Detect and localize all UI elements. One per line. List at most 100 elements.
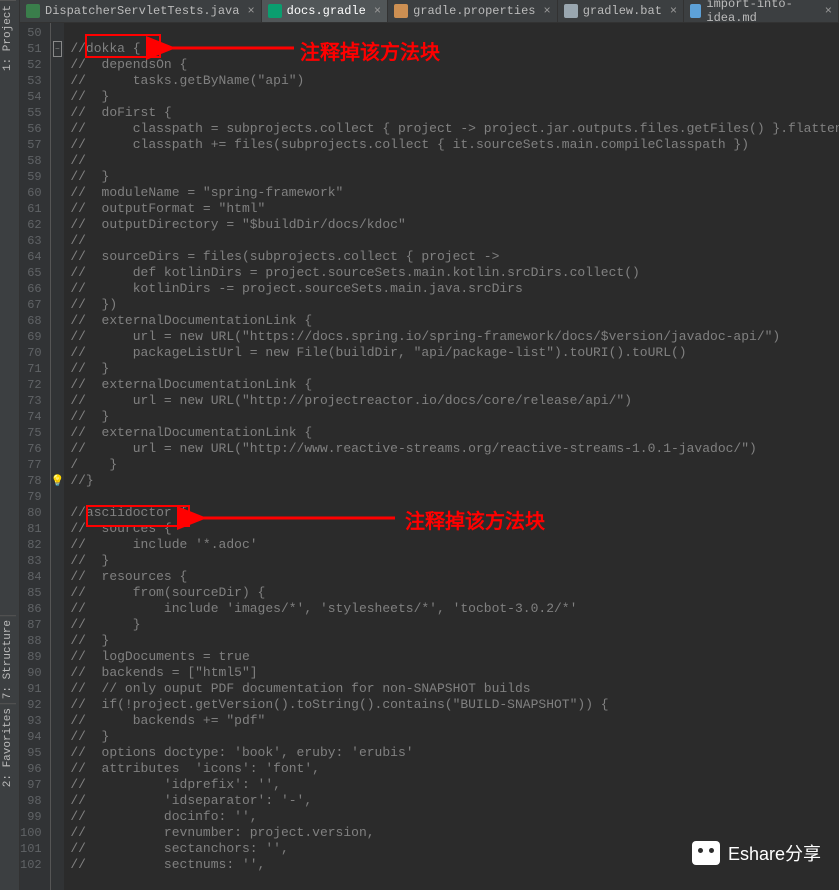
line-number: 54 xyxy=(20,89,50,105)
tool-structure[interactable]: 7: Structure xyxy=(0,615,16,703)
code-line[interactable] xyxy=(70,25,839,41)
code-line[interactable]: // externalDocumentationLink { xyxy=(70,313,839,329)
code-line[interactable]: // include '*.adoc' xyxy=(70,537,839,553)
code-line[interactable]: // } xyxy=(70,729,839,745)
code-line[interactable]: // sourceDirs = files(subprojects.collec… xyxy=(70,249,839,265)
code-line[interactable]: // } xyxy=(70,169,839,185)
code-line[interactable]: // // only ouput PDF documentation for n… xyxy=(70,681,839,697)
tab-label: gradle.properties xyxy=(413,4,535,18)
line-number: 91 xyxy=(20,681,50,697)
code-line[interactable]: // options doctype: 'book', eruby: 'erub… xyxy=(70,745,839,761)
close-icon[interactable]: × xyxy=(543,4,550,18)
editor-tab[interactable]: import-into-idea.md× xyxy=(684,0,839,22)
watermark-text: Eshare分享 xyxy=(728,840,821,866)
code-area[interactable]: //dokka {// dependsOn {// tasks.getByNam… xyxy=(64,23,839,890)
code-line[interactable]: // } xyxy=(70,89,839,105)
code-line[interactable]: // resources { xyxy=(70,569,839,585)
fold-cell xyxy=(51,233,65,249)
line-number: 60 xyxy=(20,185,50,201)
code-line[interactable]: // }) xyxy=(70,297,839,313)
code-line[interactable]: // classpath = subprojects.collect { pro… xyxy=(70,121,839,137)
fold-cell xyxy=(51,681,65,697)
code-line[interactable]: // url = new URL("http://www.reactive-st… xyxy=(70,441,839,457)
code-line[interactable]: // 'idseparator': '-', xyxy=(70,793,839,809)
editor-tab[interactable]: DispatcherServletTests.java × xyxy=(20,0,262,22)
code-line[interactable] xyxy=(70,489,839,505)
code-line[interactable]: // if(!project.getVersion().toString().c… xyxy=(70,697,839,713)
fold-cell xyxy=(51,249,65,265)
code-line[interactable]: // attributes 'icons': 'font', xyxy=(70,761,839,777)
fold-cell xyxy=(51,137,65,153)
code-line[interactable]: // dependsOn { xyxy=(70,57,839,73)
code-line[interactable]: // doFirst { xyxy=(70,105,839,121)
fold-cell xyxy=(51,457,65,473)
line-number: 80 xyxy=(20,505,50,521)
code-line[interactable]: / } xyxy=(70,457,839,473)
code-line[interactable]: // from(sourceDir) { xyxy=(70,585,839,601)
fold-toggle-icon[interactable]: − xyxy=(53,41,62,57)
code-line[interactable]: // docinfo: '', xyxy=(70,809,839,825)
code-line[interactable]: // outputFormat = "html" xyxy=(70,201,839,217)
line-number: 63 xyxy=(20,233,50,249)
code-line[interactable]: // tasks.getByName("api") xyxy=(70,73,839,89)
code-line[interactable]: // kotlinDirs -= project.sourceSets.main… xyxy=(70,281,839,297)
editor-tabs: DispatcherServletTests.java × docs.gradle ×… xyxy=(20,0,839,23)
code-line[interactable]: // } xyxy=(70,361,839,377)
code-line[interactable]: // backends = ["html5"] xyxy=(70,665,839,681)
fold-cell: 💡 xyxy=(51,473,65,489)
close-icon[interactable]: × xyxy=(825,4,832,18)
code-line[interactable]: // 'idprefix': '', xyxy=(70,777,839,793)
line-number: 65 xyxy=(20,265,50,281)
code-line[interactable]: // } xyxy=(70,633,839,649)
line-number: 75 xyxy=(20,425,50,441)
fold-cell xyxy=(51,713,65,729)
editor-tab[interactable]: gradle.properties × xyxy=(388,0,558,22)
fold-cell xyxy=(51,217,65,233)
code-line[interactable]: // externalDocumentationLink { xyxy=(70,425,839,441)
file-icon xyxy=(564,4,578,18)
code-line[interactable]: // } xyxy=(70,553,839,569)
file-icon xyxy=(268,4,282,18)
lightbulb-icon[interactable]: 💡 xyxy=(51,474,65,488)
fold-cell xyxy=(51,489,65,505)
code-line[interactable]: // } xyxy=(70,617,839,633)
code-line[interactable]: //dokka { xyxy=(70,41,839,57)
tab-label: DispatcherServletTests.java xyxy=(45,4,239,18)
line-number: 74 xyxy=(20,409,50,425)
editor-tab[interactable]: docs.gradle × xyxy=(262,0,388,22)
close-icon[interactable]: × xyxy=(247,4,254,18)
code-line[interactable]: // xyxy=(70,153,839,169)
code-editor[interactable]: 5051525354555657585960616263646566676869… xyxy=(20,23,839,890)
line-number: 79 xyxy=(20,489,50,505)
code-line[interactable]: // include 'images/*', 'stylesheets/*', … xyxy=(70,601,839,617)
code-line[interactable]: // url = new URL("https://docs.spring.io… xyxy=(70,329,839,345)
code-line[interactable]: // revnumber: project.version, xyxy=(70,825,839,841)
code-line[interactable]: // logDocuments = true xyxy=(70,649,839,665)
code-line[interactable]: // moduleName = "spring-framework" xyxy=(70,185,839,201)
code-line[interactable]: // def kotlinDirs = project.sourceSets.m… xyxy=(70,265,839,281)
code-line[interactable]: // packageListUrl = new File(buildDir, "… xyxy=(70,345,839,361)
code-line[interactable]: // backends += "pdf" xyxy=(70,713,839,729)
line-number: 77 xyxy=(20,457,50,473)
close-icon[interactable]: × xyxy=(670,4,677,18)
code-line[interactable]: // outputDirectory = "$buildDir/docs/kdo… xyxy=(70,217,839,233)
close-icon[interactable]: × xyxy=(374,4,381,18)
wechat-icon xyxy=(692,841,720,865)
code-line[interactable]: // classpath += files(subprojects.collec… xyxy=(70,137,839,153)
line-number: 83 xyxy=(20,553,50,569)
code-line[interactable]: // xyxy=(70,233,839,249)
line-number: 61 xyxy=(20,201,50,217)
editor-tab[interactable]: gradlew.bat× xyxy=(558,0,684,22)
tool-project[interactable]: 1: Project xyxy=(0,0,16,75)
line-number: 52 xyxy=(20,57,50,73)
fold-cell xyxy=(51,761,65,777)
code-line[interactable]: // } xyxy=(70,409,839,425)
code-line[interactable]: //} xyxy=(70,473,839,489)
tab-label: docs.gradle xyxy=(287,4,366,18)
fold-cell xyxy=(51,361,65,377)
code-line[interactable]: // url = new URL("http://projectreactor.… xyxy=(70,393,839,409)
fold-cell xyxy=(51,841,65,857)
tool-favorites[interactable]: 2: Favorites xyxy=(0,703,16,791)
file-icon xyxy=(394,4,408,18)
code-line[interactable]: // externalDocumentationLink { xyxy=(70,377,839,393)
